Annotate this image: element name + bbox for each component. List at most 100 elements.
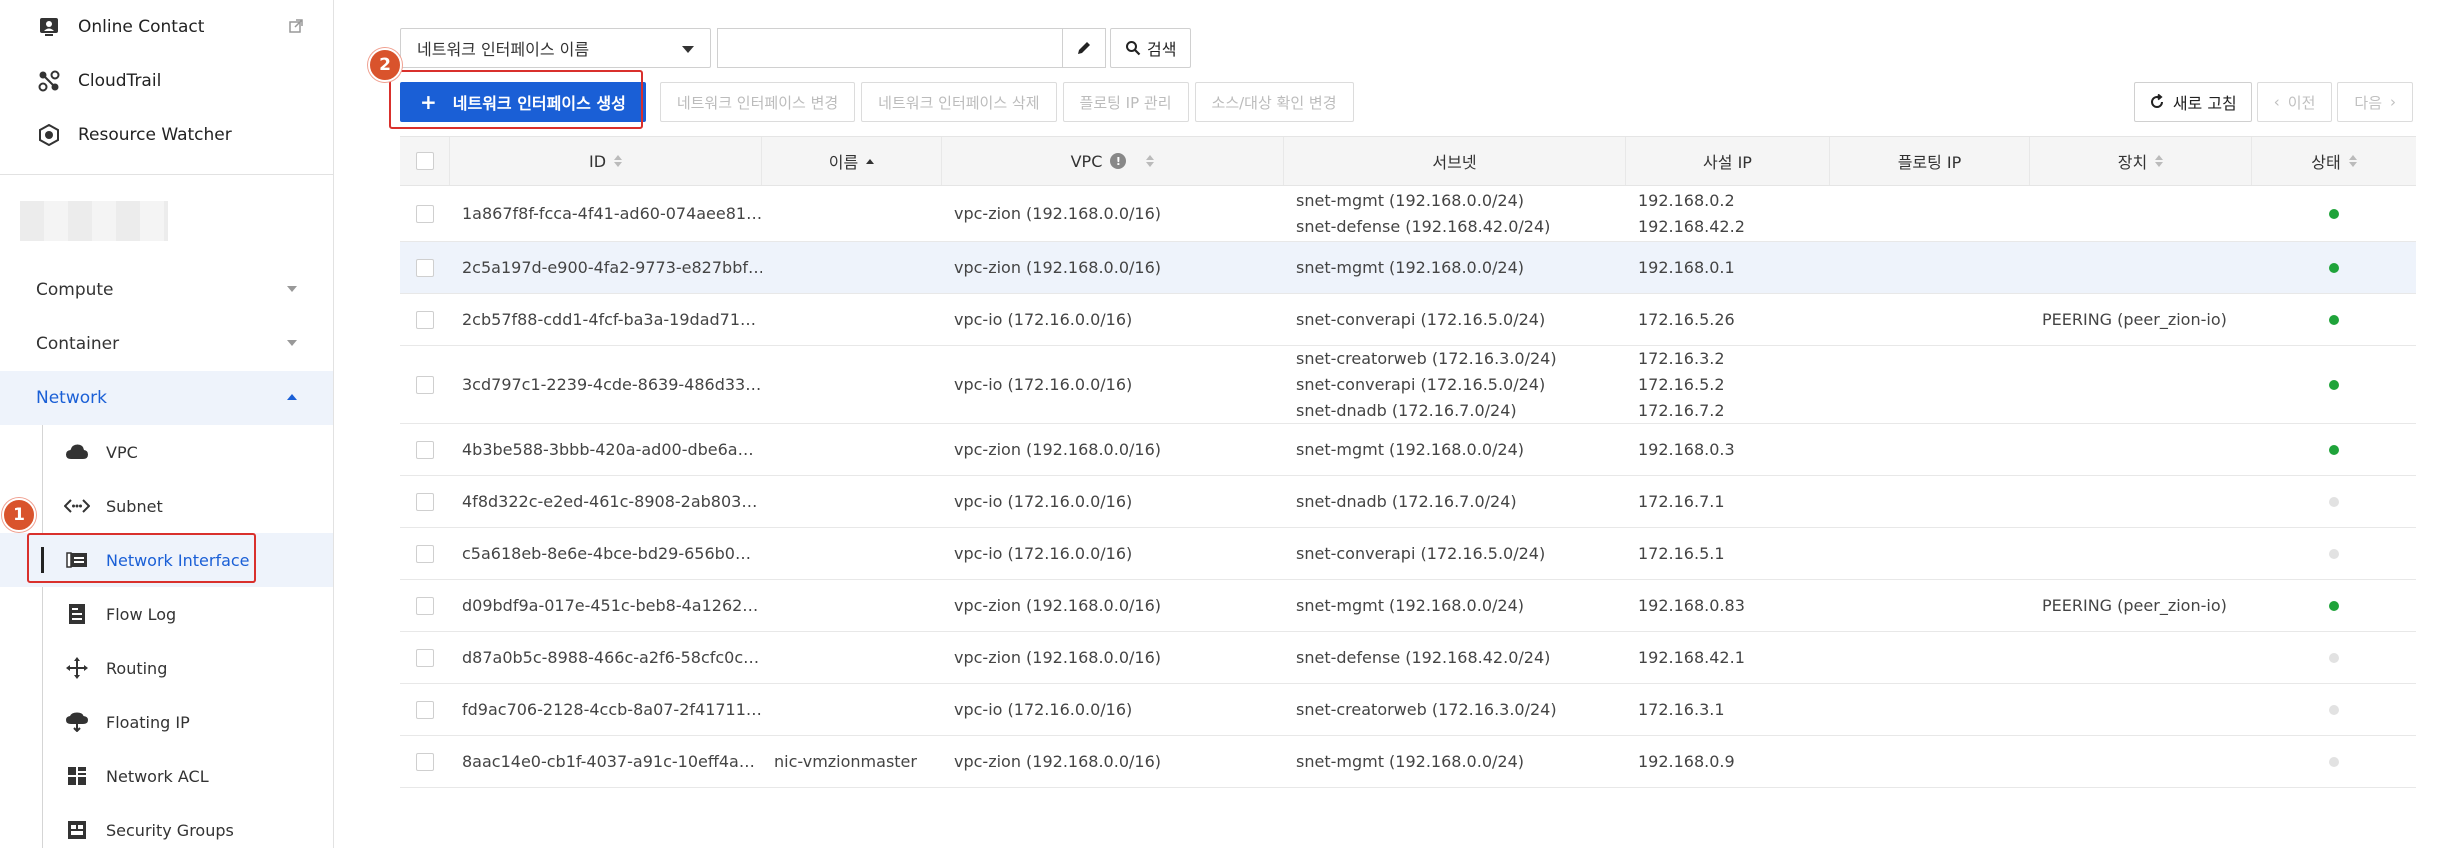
cell-vpc: vpc-io (172.16.0.0/16) (942, 476, 1284, 527)
cell-checkbox (400, 580, 450, 631)
interface-name: nic-vmzionmaster (774, 751, 917, 771)
table-row[interactable]: 4f8d322c-e2ed-461c-8908-2ab803… vpc-io (1… (400, 476, 2416, 528)
sidebar-category-network[interactable]: Network (0, 371, 333, 425)
cell-device (2030, 186, 2252, 241)
cell-name: nic-vmzionmaster (762, 736, 942, 787)
sidebar-item-online-contact[interactable]: Online Contact (0, 0, 333, 54)
search-field-select[interactable]: 네트워크 인터페이스 이름 (400, 28, 711, 68)
interface-id: 4b3be588-3bbb-420a-ad00-dbe6a… (462, 439, 754, 459)
sidebar-item-label: Resource Watcher (78, 125, 232, 145)
table-row[interactable]: 1a867f8f-fcca-4f41-ad60-074aee81… vpc-zio… (400, 186, 2416, 242)
cell-id[interactable]: 4b3be588-3bbb-420a-ad00-dbe6a… (450, 424, 762, 475)
prev-page-button[interactable]: ‹ 이전 (2256, 82, 2333, 122)
cell-floating-ip (1830, 684, 2030, 735)
delete-network-interface-button[interactable]: 네트워크 인터페이스 삭제 (861, 82, 1057, 122)
cell-id[interactable]: 1a867f8f-fcca-4f41-ad60-074aee81… (450, 186, 762, 241)
cell-id[interactable]: fd9ac706-2128-4ccb-8a07-2f41711… (450, 684, 762, 735)
row-checkbox[interactable] (416, 648, 434, 667)
search-input[interactable] (717, 28, 1062, 68)
cell-vpc: vpc-io (172.16.0.0/16) (942, 528, 1284, 579)
search-button[interactable]: 검색 (1110, 28, 1192, 68)
row-checkbox[interactable] (416, 492, 434, 511)
cell-subnet: snet-mgmt (192.168.0.0/24) (1284, 736, 1626, 787)
sidebar-item-resource-watcher[interactable]: Resource Watcher (0, 108, 333, 162)
cell-id[interactable]: 4f8d322c-e2ed-461c-8908-2ab803… (450, 476, 762, 527)
private-ip-value: 192.168.0.2 (1638, 190, 1735, 210)
header-device[interactable]: 장치 (2030, 137, 2252, 185)
cell-subnet: snet-mgmt (192.168.0.0/24) snet-defense (… (1284, 186, 1626, 241)
header-vpc[interactable]: VPC ! (942, 137, 1284, 185)
next-page-button[interactable]: 다음 › (2337, 82, 2413, 122)
sidebar: Online Contact CloudTrail Resource Watch… (0, 0, 334, 848)
cell-id[interactable]: 2c5a197d-e900-4fa2-9773-e827bbf… (450, 242, 762, 293)
sidebar-item-vpc[interactable]: VPC (0, 425, 333, 479)
vpc-value: vpc-zion (192.168.0.0/16) (954, 203, 1161, 223)
change-source-dest-check-button[interactable]: 소스/대상 확인 변경 (1194, 82, 1354, 122)
table-row[interactable]: d09bdf9a-017e-451c-beb8-4a1262… vpc-zion … (400, 580, 2416, 632)
table-row[interactable]: 4b3be588-3bbb-420a-ad00-dbe6a… vpc-zion (… (400, 424, 2416, 476)
status-dot-icon (2329, 496, 2339, 507)
info-icon[interactable]: ! (1110, 153, 1127, 169)
row-checkbox[interactable] (416, 596, 434, 615)
row-checkbox[interactable] (416, 752, 434, 771)
sidebar-item-network-acl[interactable]: Network ACL (0, 749, 333, 803)
row-checkbox[interactable] (416, 310, 434, 329)
external-link-icon[interactable] (288, 18, 304, 39)
table-row[interactable]: c5a618eb-8e6e-4bce-bd29-656b0… vpc-io (17… (400, 528, 2416, 580)
header-status[interactable]: 상태 (2252, 137, 2416, 185)
private-ip-value: 192.168.0.9 (1638, 751, 1735, 771)
interface-id: d09bdf9a-017e-451c-beb8-4a1262… (462, 595, 759, 615)
table-row[interactable]: 8aac14e0-cb1f-4037-a91c-10eff4a… nic-vmzi… (400, 736, 2416, 788)
sidebar-item-label: Online Contact (78, 17, 205, 37)
row-checkbox[interactable] (416, 700, 434, 719)
edit-search-button[interactable] (1062, 28, 1106, 68)
header-name[interactable]: 이름 (762, 137, 942, 185)
row-checkbox[interactable] (416, 258, 434, 277)
row-checkbox[interactable] (416, 204, 434, 223)
cell-floating-ip (1830, 346, 2030, 423)
cell-private-ip: 192.168.0.1 (1626, 242, 1830, 293)
refresh-button[interactable]: 새로 고침 (2133, 82, 2252, 122)
cell-subnet: snet-converapi (172.16.5.0/24) (1284, 528, 1626, 579)
subnet-value: snet-dnadb (172.16.7.0/24) (1296, 400, 1517, 420)
table-row[interactable]: 2c5a197d-e900-4fa2-9773-e827bbf… vpc-zion… (400, 242, 2416, 294)
sidebar-category-compute[interactable]: Compute (0, 263, 333, 317)
sidebar-item-security-groups[interactable]: Security Groups (0, 803, 333, 848)
sidebar-category-container[interactable]: Container (0, 317, 333, 371)
row-checkbox[interactable] (416, 440, 434, 459)
cell-device: PEERING (peer_zion-io) (2030, 294, 2252, 345)
create-network-interface-button[interactable]: + 네트워크 인터페이스 생성 (400, 82, 646, 122)
table-row[interactable]: fd9ac706-2128-4ccb-8a07-2f41711… vpc-io (… (400, 684, 2416, 736)
manage-floating-ip-button[interactable]: 플로팅 IP 관리 (1062, 82, 1189, 122)
table-row[interactable]: 2cb57f88-cdd1-4fcf-ba3a-19dad71… vpc-io (… (400, 294, 2416, 346)
select-all-checkbox[interactable] (415, 152, 434, 170)
vpc-value: vpc-io (172.16.0.0/16) (954, 543, 1133, 563)
cell-id[interactable]: 2cb57f88-cdd1-4fcf-ba3a-19dad71… (450, 294, 762, 345)
cell-id[interactable]: 3cd797c1-2239-4cde-8639-486d33… (450, 346, 762, 423)
device-value: PEERING (peer_zion-io) (2042, 595, 2227, 615)
cell-checkbox (400, 736, 450, 787)
sidebar-item-cloudtrail[interactable]: CloudTrail (0, 54, 333, 108)
row-checkbox[interactable] (416, 544, 434, 563)
header-name-label: 이름 (828, 153, 859, 172)
sidebar-item-floating-ip[interactable]: Floating IP (0, 695, 333, 749)
cell-id[interactable]: d87a0b5c-8988-466c-a2f6-58cfc0c… (450, 632, 762, 683)
project-selector[interactable] (20, 201, 168, 241)
header-id[interactable]: ID (450, 137, 762, 185)
table-row[interactable]: d87a0b5c-8988-466c-a2f6-58cfc0c… vpc-zion… (400, 632, 2416, 684)
cell-id[interactable]: d09bdf9a-017e-451c-beb8-4a1262… (450, 580, 762, 631)
status-dot-icon (2329, 444, 2339, 455)
cell-status (2252, 632, 2416, 683)
cell-checkbox (400, 424, 450, 475)
edit-network-interface-button[interactable]: 네트워크 인터페이스 변경 (659, 82, 856, 122)
sidebar-item-flow-log[interactable]: Flow Log (0, 587, 333, 641)
cell-device (2030, 476, 2252, 527)
cell-id[interactable]: 8aac14e0-cb1f-4037-a91c-10eff4a… (450, 736, 762, 787)
sidebar-item-routing[interactable]: Routing (0, 641, 333, 695)
sidebar-item-label: VPC (106, 442, 138, 462)
cell-id[interactable]: c5a618eb-8e6e-4bce-bd29-656b0… (450, 528, 762, 579)
sidebar-item-subnet[interactable]: Subnet (0, 479, 333, 533)
row-checkbox[interactable] (416, 375, 434, 394)
sidebar-item-network-interface[interactable]: Network Interface (0, 533, 333, 587)
table-row[interactable]: 3cd797c1-2239-4cde-8639-486d33… vpc-io (1… (400, 346, 2416, 424)
